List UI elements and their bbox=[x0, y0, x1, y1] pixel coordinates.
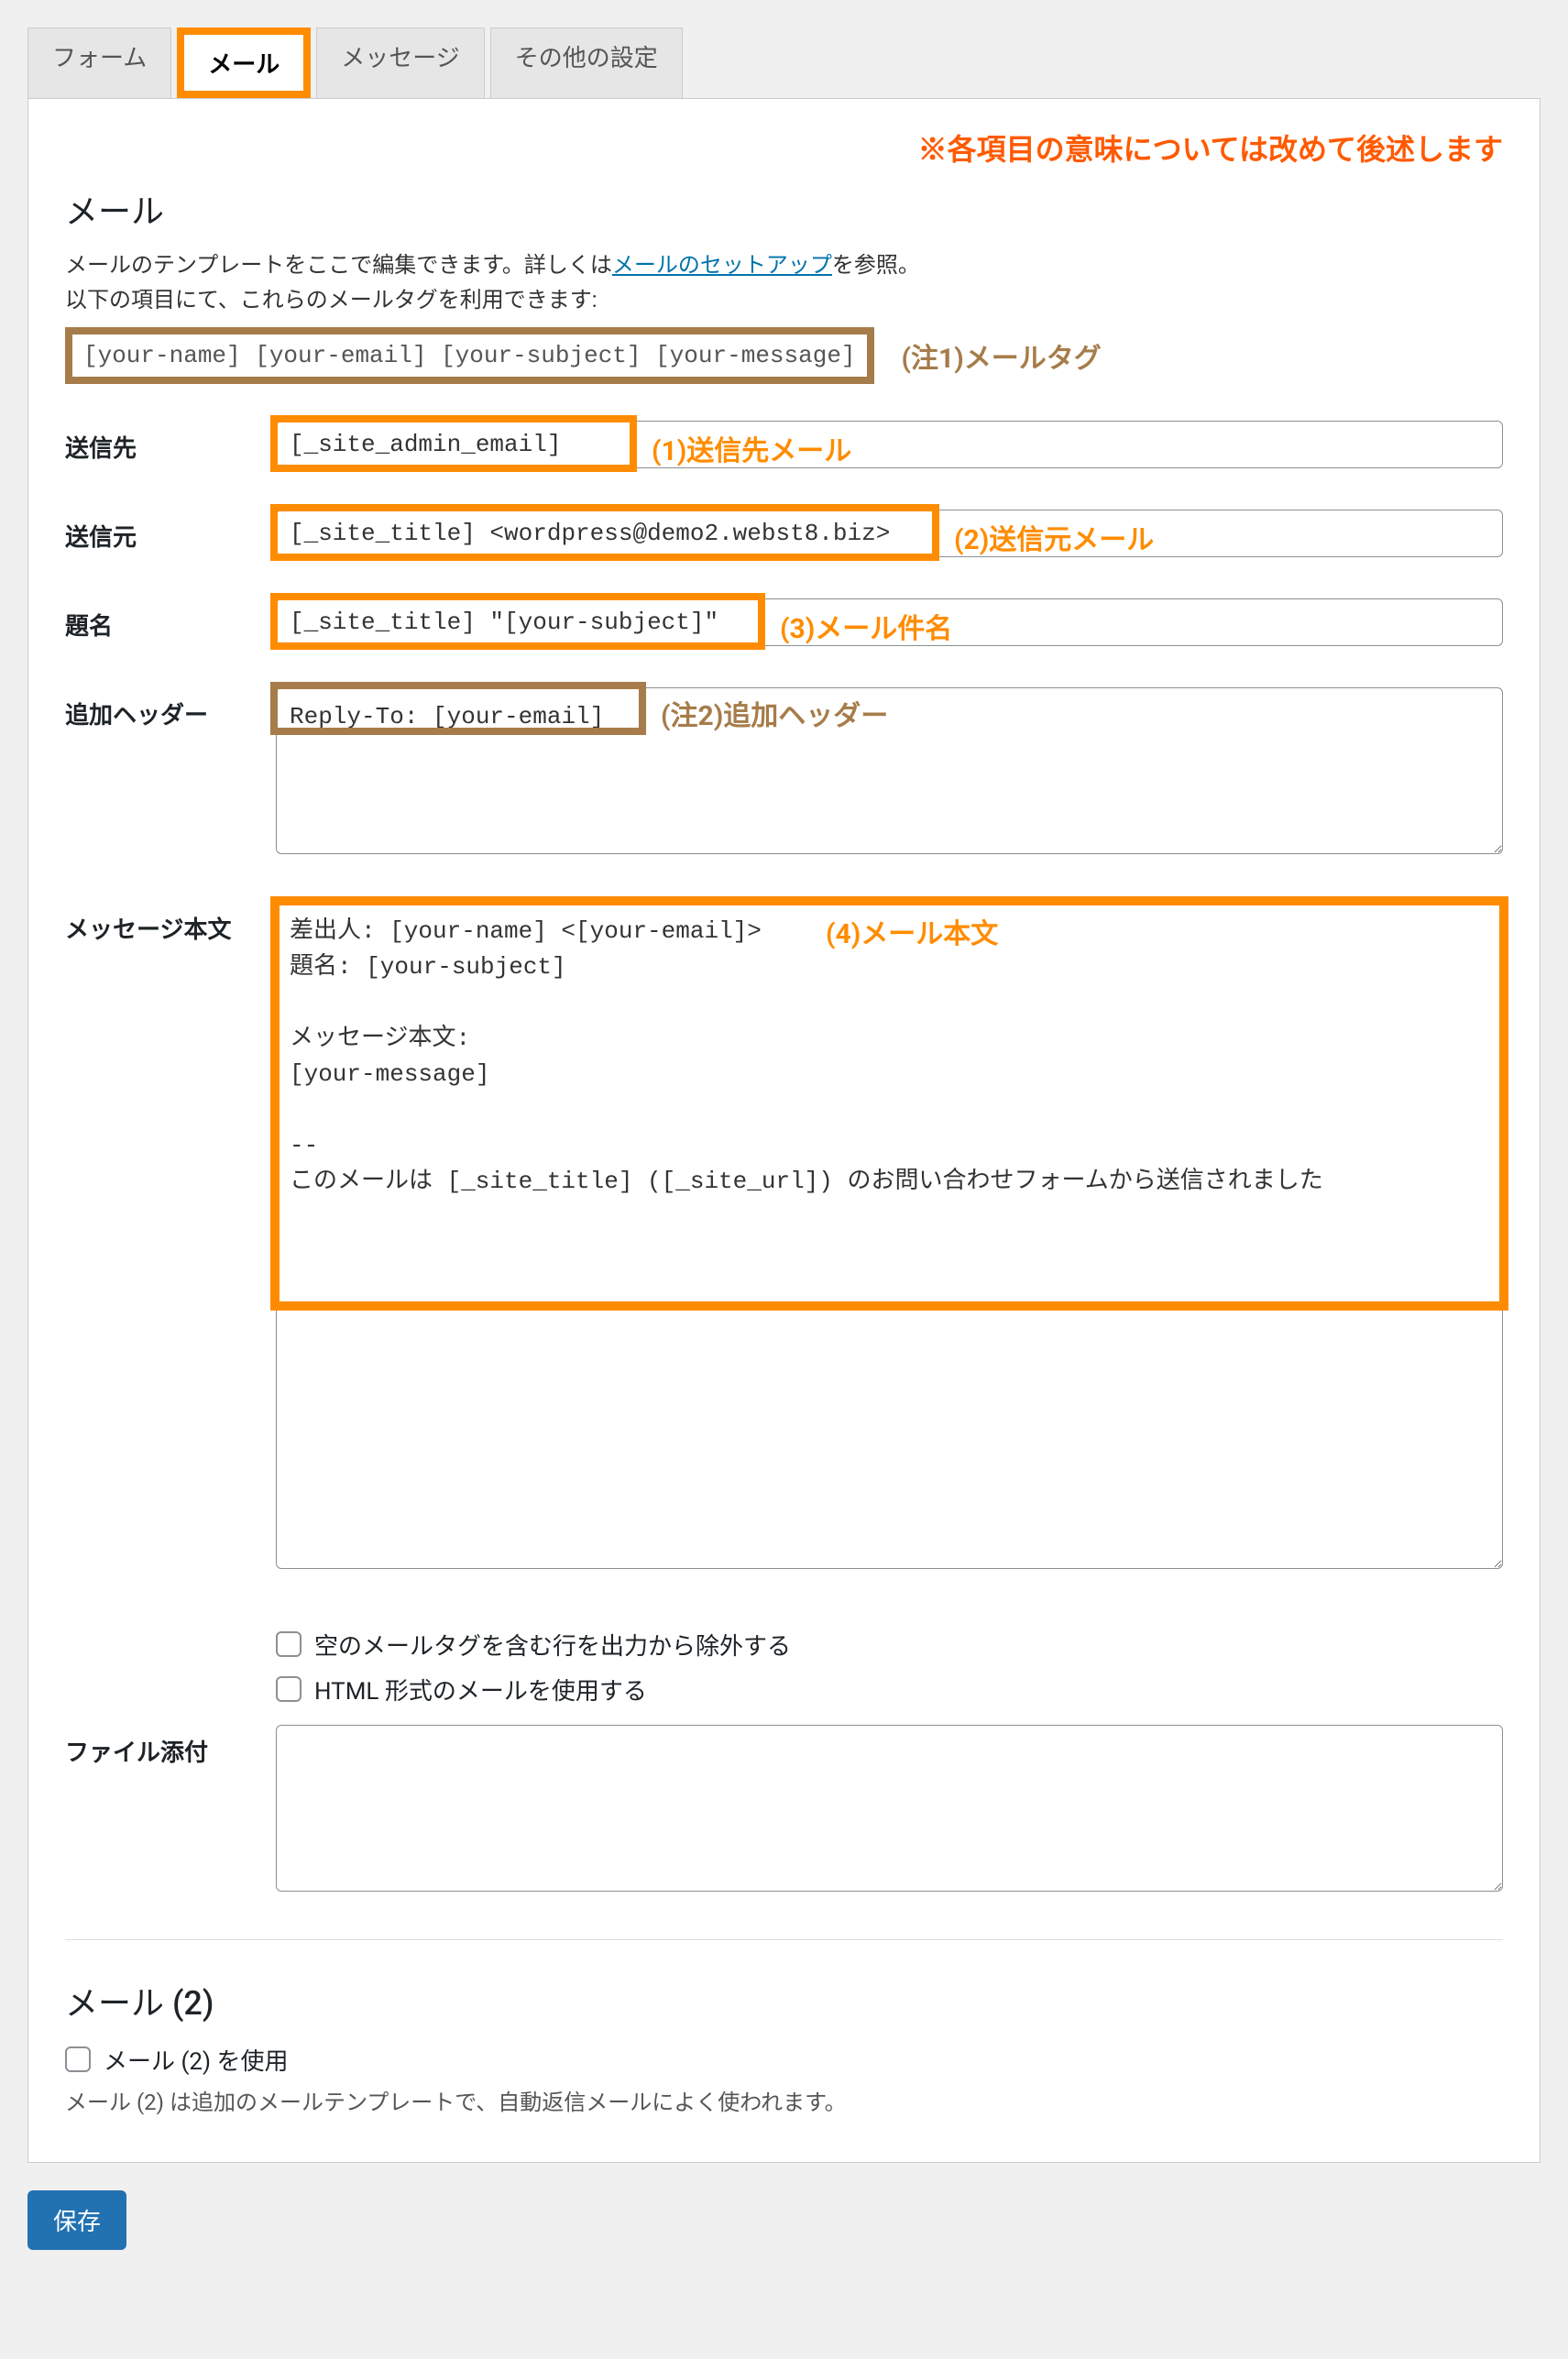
desc-line-2: 以下の項目にて、これらのメールタグを利用できます: bbox=[65, 282, 1503, 317]
body-annotation: (4)メール本文 bbox=[826, 911, 998, 951]
label-headers: 追加ヘッダー bbox=[65, 687, 276, 730]
to-input[interactable] bbox=[276, 421, 1503, 468]
subject-annotation: (3)メール件名 bbox=[780, 606, 952, 646]
label-attachments: ファイル添付 bbox=[65, 1725, 276, 1768]
from-input[interactable] bbox=[276, 510, 1503, 557]
mail-tags-annotation: (注1)メールタグ bbox=[902, 335, 1102, 376]
body-input[interactable]: 差出人: [your-name] <[your-email]> 題名: [you… bbox=[276, 902, 1503, 1569]
mail2-note: メール (2) は追加のメールテンプレートで、自動返信メールによく使われます。 bbox=[65, 2084, 1503, 2116]
exclude-blank-label: 空のメールタグを含む行を出力から除外する bbox=[314, 1628, 791, 1662]
exclude-blank-checkbox[interactable] bbox=[276, 1631, 302, 1657]
tab-mail[interactable]: メール bbox=[177, 27, 311, 98]
desc-line-1: メールのテンプレートをここで編集できます。詳しくはメールのセットアップを参照。 bbox=[65, 247, 1503, 282]
tab-other[interactable]: その他の設定 bbox=[490, 27, 683, 98]
headers-annotation: (注2)追加ヘッダー bbox=[661, 693, 888, 733]
mail2-checkbox[interactable] bbox=[65, 2046, 91, 2072]
use-html-checkbox[interactable] bbox=[276, 1676, 302, 1702]
to-annotation: (1)送信先メール bbox=[652, 428, 851, 468]
top-note: ※各項目の意味については改めて後述します bbox=[65, 126, 1503, 169]
label-body: メッセージ本文 bbox=[65, 902, 276, 945]
mail2-checkbox-label: メール (2) を使用 bbox=[104, 2043, 288, 2077]
setup-link[interactable]: メールのセットアップ bbox=[612, 252, 832, 278]
from-annotation: (2)送信元メール bbox=[954, 517, 1154, 557]
use-html-label: HTML 形式のメールを使用する bbox=[314, 1673, 647, 1706]
section-title: メール bbox=[65, 185, 1503, 233]
mail-tags-box: [your-name] [your-email] [your-subject] … bbox=[65, 327, 874, 384]
tab-form[interactable]: フォーム bbox=[27, 27, 171, 98]
label-to: 送信先 bbox=[65, 421, 276, 464]
save-button[interactable]: 保存 bbox=[27, 2190, 126, 2250]
divider bbox=[65, 1939, 1503, 1940]
headers-input[interactable]: Reply-To: [your-email] bbox=[276, 687, 1503, 854]
label-from: 送信元 bbox=[65, 510, 276, 553]
attachments-input[interactable] bbox=[276, 1725, 1503, 1892]
label-subject: 題名 bbox=[65, 598, 276, 642]
mail2-title: メール (2) bbox=[65, 1977, 1503, 2024]
tab-messages[interactable]: メッセージ bbox=[316, 27, 484, 98]
